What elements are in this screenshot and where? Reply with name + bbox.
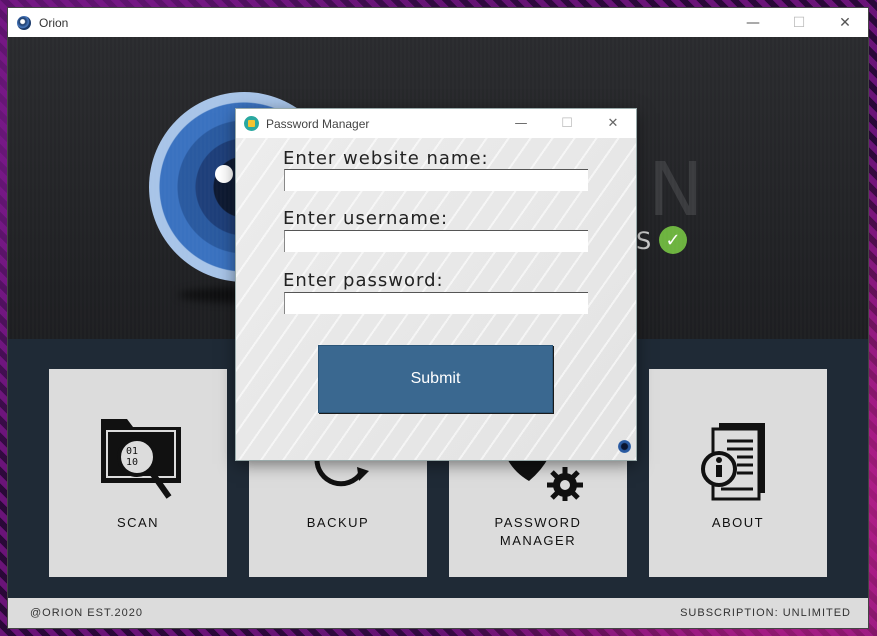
footer-subscription: SUBSCRIPTION: UNLIMITED bbox=[680, 607, 851, 619]
scan-tile[interactable]: 01 10 SCAN bbox=[49, 369, 227, 577]
dialog-body: Enter website name: Enter username: Ente… bbox=[236, 138, 636, 460]
password-label: Enter password: bbox=[283, 270, 444, 291]
dialog-titlebar[interactable]: Password Manager — ☐ ✕ bbox=[236, 109, 636, 138]
svg-text:10: 10 bbox=[126, 457, 138, 468]
maximize-button[interactable]: ☐ bbox=[776, 8, 822, 37]
about-label: ABOUT bbox=[711, 515, 765, 530]
password-manager-label-line2: MANAGER bbox=[499, 533, 577, 548]
dialog-minimize-button[interactable]: — bbox=[498, 109, 544, 138]
password-manager-dialog: Password Manager — ☐ ✕ Enter website nam… bbox=[236, 109, 636, 460]
username-input[interactable] bbox=[284, 230, 588, 252]
minimize-button[interactable]: — bbox=[730, 8, 776, 37]
about-tile[interactable]: ABOUT bbox=[649, 369, 827, 577]
dialog-title: Password Manager bbox=[266, 116, 370, 131]
password-manager-label-line1: PASSWORD bbox=[494, 515, 582, 530]
username-label: Enter username: bbox=[283, 208, 449, 229]
svg-text:01: 01 bbox=[126, 446, 138, 457]
password-input[interactable] bbox=[284, 292, 588, 314]
dialog-close-button[interactable]: ✕ bbox=[590, 109, 636, 138]
scan-label: SCAN bbox=[116, 515, 160, 530]
scan-folder-icon: 01 10 bbox=[101, 419, 181, 499]
website-name-label: Enter website name: bbox=[283, 148, 489, 169]
orion-logo-icon bbox=[17, 15, 31, 30]
submit-button[interactable]: Submit bbox=[318, 345, 553, 413]
footer-copyright: @ORION EST.2020 bbox=[30, 607, 143, 619]
website-name-input[interactable] bbox=[284, 169, 588, 191]
about-document-info-icon bbox=[701, 423, 765, 501]
brand-subtitle-partial: S bbox=[636, 227, 652, 255]
logo-highlight-dot bbox=[215, 165, 233, 183]
orion-logo-icon bbox=[618, 440, 631, 453]
main-titlebar[interactable]: Orion — ☐ ✕ bbox=[8, 8, 868, 37]
backup-label: BACKUP bbox=[306, 515, 370, 530]
check-circle-icon: ✓ bbox=[659, 226, 687, 254]
close-button[interactable]: ✕ bbox=[822, 8, 868, 37]
brand-name-partial: N bbox=[648, 147, 704, 233]
status-footer: @ORION EST.2020 SUBSCRIPTION: UNLIMITED bbox=[8, 598, 868, 628]
lock-icon bbox=[244, 116, 259, 131]
main-window-title: Orion bbox=[39, 15, 69, 30]
dialog-maximize-button[interactable]: ☐ bbox=[544, 109, 590, 138]
